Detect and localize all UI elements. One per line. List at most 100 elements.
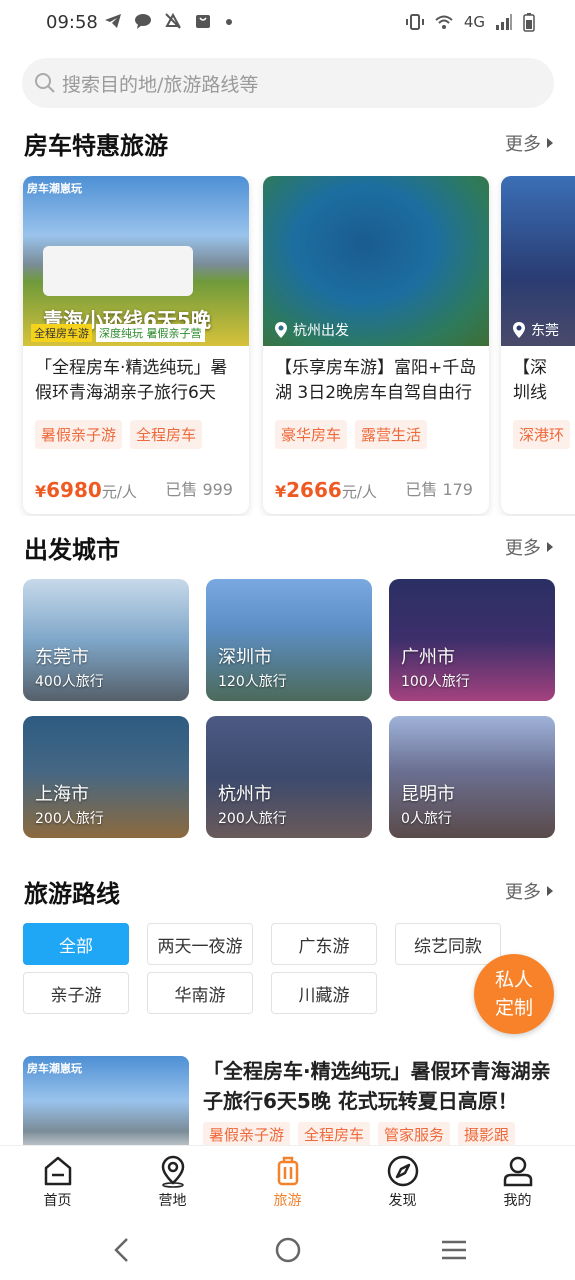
custom-trip-button[interactable]: 私人 定制	[474, 954, 554, 1034]
system-nav-bar	[0, 1220, 575, 1280]
tab-home[interactable]: 首页	[0, 1146, 115, 1218]
rv-card-image: 东莞	[501, 176, 575, 346]
bottom-tab-bar: 首页 营地 旅游 发现 我的	[0, 1145, 575, 1218]
rv-card-carousel[interactable]: 房车潮崽玩 青海小环线6天5晚 全程房车游 深度纯玩 暑假亲子营 「全程房车·精…	[0, 176, 575, 516]
rv-card-title: 【深圳线游两	[513, 358, 547, 403]
rv-card-image: 杭州出发	[263, 176, 489, 346]
search-bar[interactable]: 搜索目的地/旅游路线等	[22, 58, 554, 108]
user-icon	[503, 1156, 532, 1187]
brand-logo: 房车潮崽玩	[27, 182, 82, 195]
city-name: 东莞市	[35, 647, 89, 668]
rv-more-label: 更多	[505, 134, 541, 155]
battery-icon	[523, 13, 535, 32]
city-count: 120人旅行	[218, 674, 287, 690]
city-section-title: 出发城市	[24, 536, 120, 564]
tab-travel[interactable]: 旅游	[230, 1146, 345, 1218]
tab-label: 营地	[158, 1193, 187, 1209]
city-name: 上海市	[35, 784, 89, 805]
currency-symbol: ¥	[35, 482, 47, 501]
city-count: 0人旅行	[401, 811, 452, 827]
filter-chip[interactable]: 综艺同款	[395, 923, 501, 965]
chevron-right-icon	[547, 542, 553, 552]
signal-icon	[496, 14, 512, 30]
city-tile-shanghai[interactable]: 上海市 200人旅行	[23, 716, 189, 838]
fab-line-1: 私人	[494, 969, 533, 991]
tag: 管家服务	[378, 1122, 451, 1146]
filter-chip[interactable]: 亲子游	[23, 972, 129, 1014]
city-tile-shenzhen[interactable]: 深圳市 120人旅行	[206, 579, 372, 701]
route-more-label: 更多	[505, 882, 541, 903]
city-count: 200人旅行	[35, 811, 104, 827]
brand-logo: 房车潮崽玩	[27, 1062, 82, 1075]
city-count: 400人旅行	[35, 674, 104, 690]
route-more-button[interactable]: 更多	[505, 878, 553, 904]
rv-card-tags: 暑假亲子游 全程房车	[23, 408, 249, 449]
luggage-icon	[277, 1156, 298, 1186]
rv-section-title: 房车特惠旅游	[24, 132, 168, 160]
chevron-right-icon	[547, 886, 553, 896]
rv-card-sold: 已售 999	[165, 480, 233, 499]
rv-card-title: 【乐享房车游】富阳+千岛湖 3日2晚房车自驾自由行	[275, 358, 477, 403]
rv-more-button[interactable]: 更多	[505, 130, 553, 156]
departure-badge: 杭州出发	[273, 320, 349, 340]
tab-camp[interactable]: 营地	[115, 1146, 230, 1218]
rv-card[interactable]: 房车潮崽玩 青海小环线6天5晚 全程房车游 深度纯玩 暑假亲子营 「全程房车·精…	[23, 176, 249, 514]
tab-label: 我的	[503, 1193, 532, 1209]
system-icons: 4G	[405, 12, 535, 32]
tab-discover[interactable]: 发现	[345, 1146, 460, 1218]
route-list-item[interactable]: 房车潮崽玩 「全程房车·精选纯玩」暑假环青海湖亲子旅行6天5晚 花式玩转夏日高原…	[23, 1056, 555, 1146]
tab-mine[interactable]: 我的	[460, 1146, 575, 1218]
rv-card-image: 房车潮崽玩 青海小环线6天5晚 全程房车游 深度纯玩 暑假亲子营	[23, 176, 249, 346]
rv-card[interactable]: 杭州出发 【乐享房车游】富阳+千岛湖 3日2晚房车自驾自由行 豪华房车 露营生活…	[263, 176, 489, 514]
route-section-title: 旅游路线	[24, 880, 120, 908]
mute-icon	[165, 12, 181, 29]
tag: 暑假亲子游	[203, 1122, 291, 1146]
city-count: 100人旅行	[401, 674, 470, 690]
city-name: 昆明市	[401, 784, 455, 805]
tag: 暑假亲子游	[35, 420, 123, 449]
back-icon[interactable]	[110, 1236, 134, 1264]
rv-card-image-tags: 全程房车游 深度纯玩 暑假亲子营	[31, 324, 205, 342]
chat-icon	[135, 14, 151, 29]
rv-card[interactable]: 东莞 【深圳线游两 深港环	[501, 176, 575, 514]
tag: 摄影跟	[458, 1122, 516, 1146]
city-tile-kunming[interactable]: 昆明市 0人旅行	[389, 716, 555, 838]
city-tile-guangzhou[interactable]: 广州市 100人旅行	[389, 579, 555, 701]
tag: 全程房车	[130, 420, 203, 449]
city-name: 杭州市	[218, 784, 272, 805]
filter-chip[interactable]: 华南游	[147, 972, 253, 1014]
image-tag: 深度纯玩 暑假亲子营	[96, 324, 205, 342]
location-pin-icon	[513, 322, 525, 338]
tag: 露营生活	[355, 420, 428, 449]
city-tile-hangzhou[interactable]: 杭州市 200人旅行	[206, 716, 372, 838]
rv-card-price: ¥2666元/人	[275, 478, 377, 502]
location-icon	[161, 1155, 184, 1188]
dot-icon	[226, 19, 232, 25]
network-type: 4G	[463, 13, 485, 31]
city-count: 200人旅行	[218, 811, 287, 827]
price-value: 6980	[46, 478, 102, 502]
recents-icon[interactable]	[440, 1238, 468, 1262]
city-name: 深圳市	[218, 647, 272, 668]
rv-card-title: 「全程房车·精选纯玩」暑假环青海湖亲子旅行6天5...	[35, 358, 228, 403]
departure-badge: 东莞	[511, 320, 559, 340]
home-circle-icon[interactable]	[274, 1236, 302, 1264]
price-unit: 元/人	[101, 483, 137, 501]
city-more-button[interactable]: 更多	[505, 534, 553, 560]
filter-chip[interactable]: 川藏游	[271, 972, 377, 1014]
filter-chip[interactable]: 两天一夜游	[147, 923, 253, 965]
search-placeholder[interactable]: 搜索目的地/旅游路线等	[62, 70, 258, 97]
city-tile-dongguan[interactable]: 东莞市 400人旅行	[23, 579, 189, 701]
image-tag: 全程房车游	[31, 324, 92, 342]
filter-chip-all[interactable]: 全部	[23, 923, 129, 965]
search-icon	[35, 73, 55, 93]
filter-chip[interactable]: 广东游	[271, 923, 377, 965]
rv-card-sold: 已售 179	[405, 480, 473, 499]
city-name: 广州市	[401, 647, 455, 668]
rv-card-tags: 豪华房车 露营生活	[263, 408, 489, 449]
rv-card-price: ¥6980元/人	[35, 478, 137, 502]
notification-icons	[104, 12, 234, 30]
tag: 全程房车	[298, 1122, 371, 1146]
telegram-icon	[105, 14, 121, 28]
status-time: 09:58	[46, 12, 98, 33]
